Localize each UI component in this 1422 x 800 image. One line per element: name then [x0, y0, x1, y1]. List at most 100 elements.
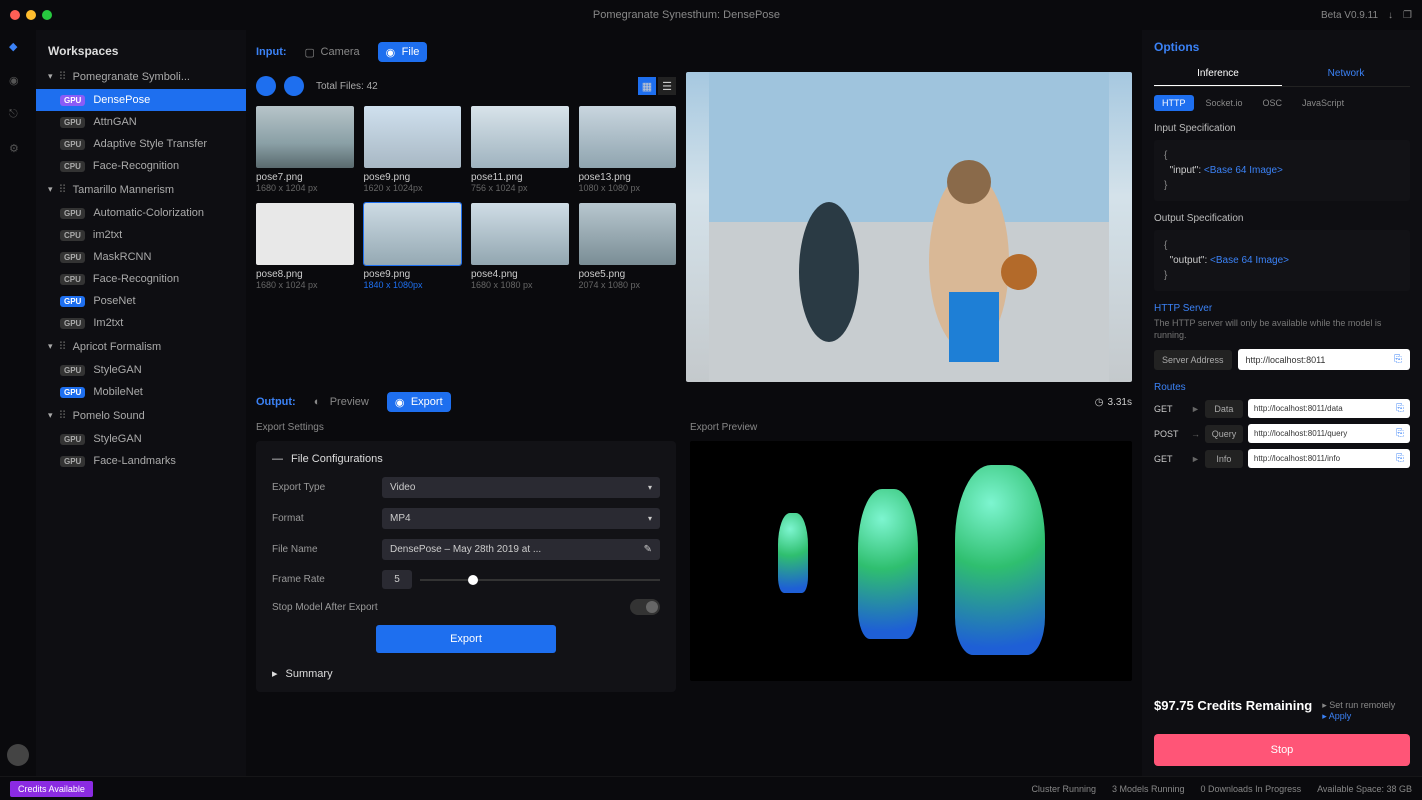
file-thumbnail[interactable]: pose9.png1840 x 1080px — [364, 203, 462, 290]
output-bar: Output: ◐Preview ◉Export ◷3.31s — [256, 388, 1132, 416]
server-address-input[interactable]: http://localhost:8011⎘ — [1238, 349, 1410, 370]
workspace-header[interactable]: ▾⠿Pomegranate Symboli... — [36, 64, 246, 89]
grip-icon: ⠿ — [59, 183, 67, 196]
model-item[interactable]: GPUPoseNet — [36, 290, 246, 312]
filename-input[interactable]: DensePose – May 28th 2019 at ...✎ — [382, 539, 660, 560]
model-item[interactable]: GPUStyleGAN — [36, 359, 246, 381]
file-thumbnail[interactable]: pose11.png756 x 1024 px — [471, 106, 569, 193]
input-file-option[interactable]: ◉File — [378, 42, 428, 62]
output-preview-option[interactable]: ◐Preview — [306, 392, 377, 412]
model-item[interactable]: GPUStyleGAN — [36, 428, 246, 450]
feedback-icon[interactable]: ❐ — [1403, 10, 1412, 21]
model-item[interactable]: GPUAdaptive Style Transfer — [36, 133, 246, 155]
compute-badge: GPU — [60, 139, 85, 150]
workspaces-icon[interactable]: ◆ — [9, 40, 27, 58]
copy-icon[interactable]: ⎘ — [1396, 428, 1404, 439]
http-server-desc: The HTTP server will only be available w… — [1154, 318, 1410, 341]
user-avatar[interactable] — [7, 744, 29, 766]
thumbnail-dimensions: 1620 x 1024px — [364, 183, 462, 193]
file-thumbnail[interactable]: pose8.png1680 x 1024 px — [256, 203, 354, 290]
export-type-select[interactable]: Video▾ — [382, 477, 660, 498]
input-camera-option[interactable]: ▢Camera — [297, 42, 368, 62]
thumbnail-image — [364, 203, 462, 265]
model-item[interactable]: GPUMaskRCNN — [36, 246, 246, 268]
thumbnail-filename: pose9.png — [364, 172, 462, 183]
server-address-label: Server Address — [1154, 350, 1232, 370]
file-thumbnail[interactable]: pose9.png1620 x 1024px — [364, 106, 462, 193]
file-thumbnail[interactable]: pose13.png1080 x 1080 px — [579, 106, 677, 193]
grip-icon: ⠿ — [59, 70, 67, 83]
collapse-icon[interactable]: — — [272, 453, 283, 465]
model-item[interactable]: GPUIm2txt — [36, 312, 246, 334]
stop-after-toggle[interactable] — [630, 599, 660, 615]
file-thumbnail[interactable]: pose7.png1680 x 1204 px — [256, 106, 354, 193]
protocol-pill[interactable]: HTTP — [1154, 95, 1194, 111]
close-window-icon[interactable] — [10, 10, 20, 20]
input-preview[interactable] — [686, 72, 1132, 382]
apply-link[interactable]: ▸ Apply — [1322, 711, 1395, 722]
model-item[interactable]: GPUDensePose — [36, 89, 246, 111]
route-tag: Info — [1205, 450, 1243, 468]
model-item[interactable]: CPUFace-Recognition — [36, 268, 246, 290]
minimize-window-icon[interactable] — [26, 10, 36, 20]
tab-network[interactable]: Network — [1282, 62, 1410, 86]
export-icon: ◉ — [395, 396, 407, 408]
route-url-input[interactable]: http://localhost:8011/query⎘ — [1248, 424, 1410, 443]
version-caret-icon[interactable]: ↓ — [1388, 10, 1393, 21]
output-export-option[interactable]: ◉Export — [387, 392, 451, 412]
maximize-window-icon[interactable] — [42, 10, 52, 20]
workspace-header[interactable]: ▾⠿Pomelo Sound — [36, 403, 246, 428]
link-icon[interactable]: ⎋ — [9, 108, 27, 126]
model-item[interactable]: GPUFace-Landmarks — [36, 450, 246, 472]
expand-icon[interactable]: ▸ — [272, 667, 278, 680]
framerate-label: Frame Rate — [272, 574, 382, 585]
model-name: StyleGAN — [93, 433, 141, 445]
model-item[interactable]: GPUAttnGAN — [36, 111, 246, 133]
settings-icon[interactable]: ⚙ — [9, 142, 27, 160]
arrow-icon: ► — [1191, 454, 1200, 464]
list-view-button[interactable]: ☰ — [658, 77, 676, 95]
format-select[interactable]: MP4▾ — [382, 508, 660, 529]
models-icon[interactable]: ◉ — [9, 74, 27, 92]
output-label: Output: — [256, 396, 296, 408]
main-panel: Input: ▢Camera ◉File Total Files: 42 ▦ ☰… — [246, 30, 1142, 776]
framerate-slider[interactable] — [420, 579, 660, 581]
chevron-down-icon: ▾ — [48, 184, 53, 195]
model-item[interactable]: GPUMobileNet — [36, 381, 246, 403]
credits-badge[interactable]: Credits Available — [10, 781, 93, 797]
copy-icon[interactable]: ⎘ — [1394, 354, 1402, 365]
framerate-value[interactable]: 5 — [382, 570, 412, 589]
model-item[interactable]: CPUim2txt — [36, 224, 246, 246]
export-button[interactable]: Export — [376, 625, 556, 653]
protocol-pill[interactable]: JavaScript — [1294, 95, 1352, 111]
compute-badge: GPU — [60, 456, 85, 467]
nav-rail: ◆ ◉ ⎋ ⚙ — [0, 30, 36, 776]
workspace-header[interactable]: ▾⠿Apricot Formalism — [36, 334, 246, 359]
copy-icon[interactable]: ⎘ — [1396, 453, 1404, 464]
input-spec-code: { "input": <Base 64 Image> } — [1154, 140, 1410, 201]
add-file-button[interactable] — [256, 76, 276, 96]
file-thumbnail[interactable]: pose5.png2074 x 1080 px — [579, 203, 677, 290]
thumbnail-dimensions: 756 x 1024 px — [471, 183, 569, 193]
file-config-heading: File Configurations — [291, 453, 383, 465]
thumbnail-dimensions: 1680 x 1024 px — [256, 280, 354, 290]
run-remotely-option[interactable]: ▸ Set run remotely — [1322, 700, 1395, 711]
tab-inference[interactable]: Inference — [1154, 62, 1282, 86]
model-item[interactable]: GPUAutomatic-Colorization — [36, 202, 246, 224]
compute-badge: CPU — [60, 230, 85, 241]
model-item[interactable]: CPUFace-Recognition — [36, 155, 246, 177]
stop-button[interactable]: Stop — [1154, 734, 1410, 766]
remove-file-button[interactable] — [284, 76, 304, 96]
protocol-pill[interactable]: Socket.io — [1198, 95, 1251, 111]
route-url-input[interactable]: http://localhost:8011/data⎘ — [1248, 399, 1410, 418]
workspace-header[interactable]: ▾⠿Tamarillo Mannerism — [36, 177, 246, 202]
process-time: ◷3.31s — [1095, 397, 1132, 408]
file-thumbnail[interactable]: pose4.png1680 x 1080 px — [471, 203, 569, 290]
route-url-input[interactable]: http://localhost:8011/info⎘ — [1248, 449, 1410, 468]
protocol-pill[interactable]: OSC — [1255, 95, 1291, 111]
grip-icon: ⠿ — [59, 340, 67, 353]
thumbnail-filename: pose5.png — [579, 269, 677, 280]
copy-icon[interactable]: ⎘ — [1396, 403, 1404, 414]
grid-view-button[interactable]: ▦ — [638, 77, 656, 95]
file-icon: ◉ — [386, 46, 398, 58]
